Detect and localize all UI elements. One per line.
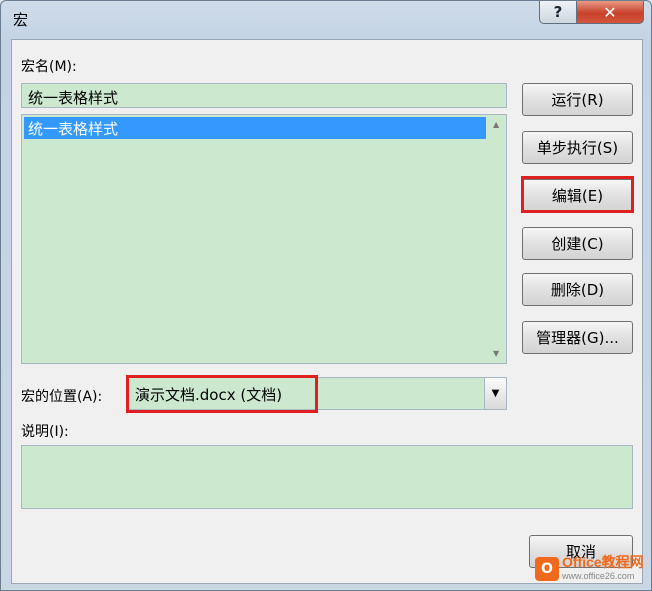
macros-in-select[interactable]: 演示文档.docx (文档) ▼: [126, 377, 507, 410]
list-item[interactable]: 统一表格样式: [24, 117, 486, 139]
help-button[interactable]: ?: [539, 1, 577, 24]
dialog-title: 宏: [13, 11, 29, 29]
dropdown-button[interactable]: ▼: [484, 378, 506, 409]
run-button[interactable]: 运行(R): [522, 83, 633, 116]
macro-name-input[interactable]: 统一表格样式: [21, 83, 507, 108]
close-icon: ✕: [603, 2, 617, 22]
office-logo-icon: O: [535, 557, 559, 581]
delete-button[interactable]: 删除(D): [522, 273, 633, 306]
macro-listbox[interactable]: 统一表格样式 ▲ ▼: [21, 114, 507, 364]
watermark-main-text: Office教程网: [562, 554, 644, 570]
macros-in-label: 宏的位置(A):: [21, 389, 103, 405]
step-into-button[interactable]: 单步执行(S): [522, 131, 633, 164]
help-icon: ?: [553, 3, 563, 21]
watermark-sub-text: www.office26.com: [562, 571, 635, 581]
macro-dialog: 宏 ? ✕ 宏名(M): 统一表格样式 统一表格样式 ▲ ▼ 宏的位置(A): …: [0, 0, 652, 591]
watermark-logo: O Office教程网 www.office26.com: [535, 549, 651, 589]
title-bar: 宏 ? ✕: [1, 1, 651, 39]
dialog-body: 宏名(M): 统一表格样式 统一表格样式 ▲ ▼ 宏的位置(A): 演示文档.d…: [11, 39, 643, 584]
create-button[interactable]: 创建(C): [522, 227, 633, 260]
macros-in-value: 演示文档.docx (文档): [135, 386, 283, 404]
macro-name-label: 宏名(M):: [21, 59, 77, 75]
close-button[interactable]: ✕: [576, 1, 644, 24]
description-box: [21, 445, 633, 509]
description-label: 说明(I):: [21, 424, 69, 440]
edit-button[interactable]: 编辑(E): [522, 179, 633, 212]
scroll-up-icon[interactable]: ▲: [493, 120, 499, 129]
scroll-down-icon[interactable]: ▼: [493, 349, 499, 358]
listbox-scrollbar[interactable]: ▲ ▼: [488, 115, 506, 363]
organizer-button[interactable]: 管理器(G)...: [522, 321, 633, 354]
chevron-down-icon: ▼: [491, 388, 500, 399]
